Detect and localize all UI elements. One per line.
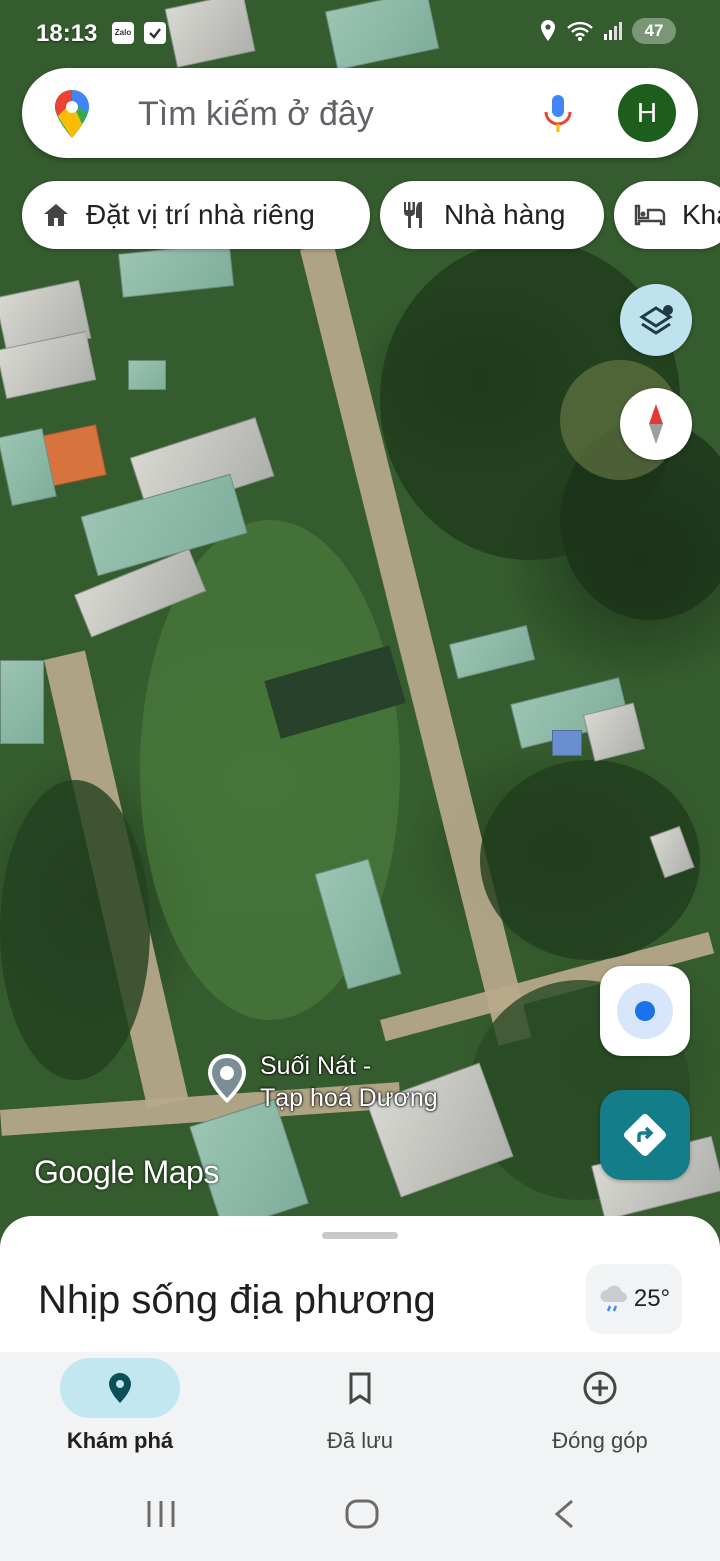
place-marker-icon[interactable] <box>204 1052 250 1106</box>
chip-hotels[interactable]: Kha <box>614 181 720 249</box>
zalo-notification-icon: Zalo <box>112 22 134 44</box>
signal-status-icon <box>604 22 622 40</box>
checkbox-notification-icon <box>144 22 166 44</box>
compass-icon <box>649 404 663 444</box>
hotel-icon <box>634 204 666 226</box>
account-avatar[interactable]: H <box>618 84 676 142</box>
wifi-status-icon <box>567 21 593 41</box>
my-location-button[interactable] <box>600 966 690 1056</box>
nav-label: Đã lưu <box>326 1428 394 1453</box>
status-bar: 18:13 Zalo 47 <box>0 0 720 66</box>
status-time: 18:13 <box>36 20 98 47</box>
location-status-icon <box>541 20 555 41</box>
place-label[interactable]: Suối Nát - Tạp hoá Dương <box>260 1050 438 1114</box>
bottom-sheet[interactable]: Nhịp sống địa phương 25° <box>0 1216 720 1356</box>
map-vegetation <box>0 780 150 1080</box>
nav-explore[interactable]: Khám phá <box>0 1352 240 1464</box>
home-icon <box>44 204 68 226</box>
status-right-icons: 47 <box>538 18 676 44</box>
add-circle-icon <box>583 1371 617 1405</box>
back-icon[interactable] <box>552 1498 576 1530</box>
explore-pin-icon <box>109 1373 131 1403</box>
map-building <box>128 360 166 390</box>
sheet-title: Nhịp sống địa phương <box>38 1278 436 1322</box>
my-location-icon <box>617 983 673 1039</box>
map-building <box>448 624 536 680</box>
map-building <box>118 242 234 298</box>
compass-button[interactable] <box>620 388 692 460</box>
nav-saved[interactable]: Đã lưu <box>240 1352 480 1464</box>
battery-indicator: 47 <box>632 18 676 44</box>
chip-set-home[interactable]: Đặt vị trí nhà riêng <box>22 181 370 249</box>
search-bar[interactable]: Tìm kiếm ở đây H <box>22 68 698 158</box>
system-navigation-bar <box>0 1464 720 1561</box>
chip-restaurants[interactable]: Nhà hàng <box>380 181 604 249</box>
nav-label: Khám phá <box>66 1428 174 1453</box>
weather-chip[interactable]: 25° <box>586 1264 682 1334</box>
place-label-line1: Suối Nát - <box>260 1052 372 1080</box>
map-building <box>552 730 582 756</box>
layers-button[interactable] <box>620 284 692 356</box>
sheet-drag-handle[interactable] <box>322 1232 398 1239</box>
home-button-icon[interactable] <box>344 1498 380 1530</box>
weather-rain-cloud-icon <box>600 1285 627 1312</box>
layers-icon <box>639 305 673 335</box>
recent-apps-icon[interactable] <box>144 1498 178 1530</box>
chip-label: Nhà hàng <box>444 199 566 230</box>
weather-temperature: 25° <box>633 1285 671 1312</box>
google-maps-watermark: Google Maps <box>34 1154 219 1190</box>
microphone-icon[interactable] <box>540 92 576 136</box>
map-building <box>0 660 44 744</box>
bookmark-icon <box>349 1372 371 1405</box>
nav-label: Đóng góp <box>552 1428 648 1453</box>
bottom-navigation: Khám phá Đã lưu Đóng góp <box>0 1352 720 1464</box>
nav-contribute[interactable]: Đóng góp <box>480 1352 720 1464</box>
restaurant-icon <box>404 202 422 228</box>
place-label-line2: Tạp hoá Dương <box>260 1084 438 1112</box>
directions-icon <box>624 1114 666 1156</box>
google-maps-logo-icon <box>55 90 89 138</box>
chip-label: Kha <box>682 199 720 230</box>
search-input[interactable]: Tìm kiếm ở đây <box>138 95 374 134</box>
directions-button[interactable] <box>600 1090 690 1180</box>
chip-label: Đặt vị trí nhà riêng <box>86 199 315 230</box>
